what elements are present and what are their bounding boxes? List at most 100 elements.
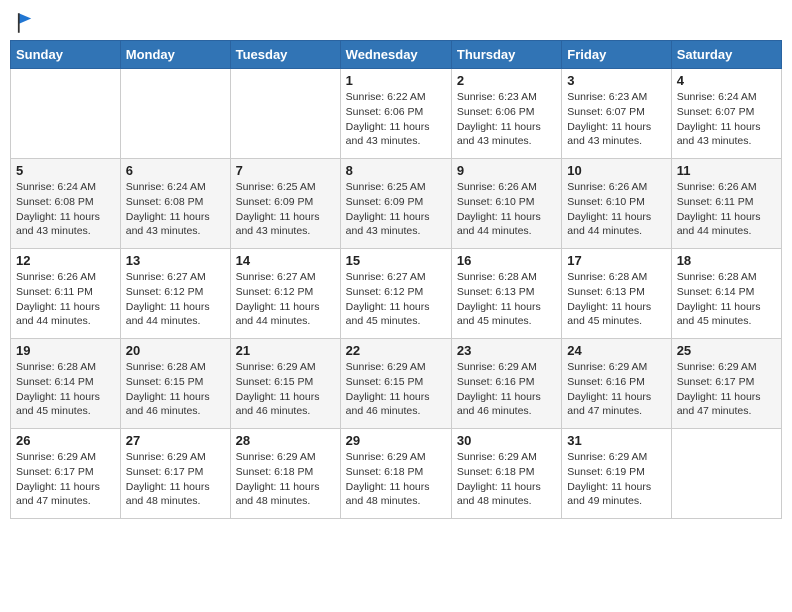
calendar-cell: 20 Sunrise: 6:28 AM Sunset: 6:15 PM Dayli… [120, 339, 230, 429]
day-number: 14 [236, 253, 335, 268]
calendar-week-row: 1Sunrise: 6:22 AM Sunset: 6:06 PM Daylig… [11, 69, 782, 159]
day-number: 26 [16, 433, 115, 448]
calendar-cell [120, 69, 230, 159]
day-info: Sunrise: 6:29 AM Sunset: 6:18 PM Dayligh… [346, 450, 446, 509]
day-number: 3 [567, 73, 665, 88]
day-number: 5 [16, 163, 115, 178]
calendar-cell: 17 Sunrise: 6:28 AM Sunset: 6:13 PM Dayli… [562, 249, 671, 339]
calendar-cell: 11Sunrise: 6:26 AM Sunset: 6:11 PM Dayli… [671, 159, 781, 249]
day-info: Sunrise: 6:29 AM Sunset: 6:15 PM Dayligh… [346, 360, 446, 419]
day-number: 17 [567, 253, 665, 268]
calendar-week-row: 12Sunrise: 6:26 AM Sunset: 6:11 PM Dayli… [11, 249, 782, 339]
calendar-cell: 28Sunrise: 6:29 AM Sunset: 6:18 PM Dayli… [230, 429, 340, 519]
day-info: Sunrise: 6:29 AM Sunset: 6:18 PM Dayligh… [457, 450, 556, 509]
day-number: 23 [457, 343, 556, 358]
weekday-header-wednesday: Wednesday [340, 41, 451, 69]
page-header [10, 10, 782, 30]
calendar-cell: 23Sunrise: 6:29 AM Sunset: 6:16 PM Dayli… [451, 339, 561, 429]
day-info: Sunrise: 6:24 AM Sunset: 6:07 PM Dayligh… [677, 90, 776, 149]
day-number: 27 [126, 433, 225, 448]
calendar-cell: 30 Sunrise: 6:29 AM Sunset: 6:18 PM Dayli… [451, 429, 561, 519]
calendar-cell: 2Sunrise: 6:23 AM Sunset: 6:06 PM Daylig… [451, 69, 561, 159]
calendar-cell: 21 Sunrise: 6:29 AM Sunset: 6:15 PM Dayli… [230, 339, 340, 429]
calendar-cell: 5 Sunrise: 6:24 AM Sunset: 6:08 PM Daylig… [11, 159, 121, 249]
day-info: Sunrise: 6:27 AM Sunset: 6:12 PM Dayligh… [236, 270, 335, 329]
day-info: Sunrise: 6:29 AM Sunset: 6:16 PM Dayligh… [567, 360, 665, 419]
day-info: Sunrise: 6:25 AM Sunset: 6:09 PM Dayligh… [346, 180, 446, 239]
calendar-cell: 9 Sunrise: 6:26 AM Sunset: 6:10 PM Daylig… [451, 159, 561, 249]
day-info: Sunrise: 6:29 AM Sunset: 6:17 PM Dayligh… [126, 450, 225, 509]
calendar-cell: 16Sunrise: 6:28 AM Sunset: 6:13 PM Dayli… [451, 249, 561, 339]
calendar-cell: 14 Sunrise: 6:27 AM Sunset: 6:12 PM Dayli… [230, 249, 340, 339]
calendar-cell: 27 Sunrise: 6:29 AM Sunset: 6:17 PM Dayli… [120, 429, 230, 519]
calendar-cell: 6 Sunrise: 6:24 AM Sunset: 6:08 PM Daylig… [120, 159, 230, 249]
calendar-cell: 13 Sunrise: 6:27 AM Sunset: 6:12 PM Dayli… [120, 249, 230, 339]
day-info: Sunrise: 6:22 AM Sunset: 6:06 PM Dayligh… [346, 90, 446, 149]
day-number: 20 [126, 343, 225, 358]
day-info: Sunrise: 6:29 AM Sunset: 6:17 PM Dayligh… [16, 450, 115, 509]
weekday-header-friday: Friday [562, 41, 671, 69]
day-number: 2 [457, 73, 556, 88]
day-number: 9 [457, 163, 556, 178]
day-number: 24 [567, 343, 665, 358]
day-info: Sunrise: 6:25 AM Sunset: 6:09 PM Dayligh… [236, 180, 335, 239]
day-info: Sunrise: 6:29 AM Sunset: 6:19 PM Dayligh… [567, 450, 665, 509]
day-number: 28 [236, 433, 335, 448]
day-info: Sunrise: 6:24 AM Sunset: 6:08 PM Dayligh… [126, 180, 225, 239]
calendar-cell: 24 Sunrise: 6:29 AM Sunset: 6:16 PM Dayli… [562, 339, 671, 429]
day-number: 21 [236, 343, 335, 358]
day-number: 6 [126, 163, 225, 178]
day-info: Sunrise: 6:28 AM Sunset: 6:13 PM Dayligh… [567, 270, 665, 329]
calendar-cell: 4 Sunrise: 6:24 AM Sunset: 6:07 PM Daylig… [671, 69, 781, 159]
day-number: 25 [677, 343, 776, 358]
calendar-cell: 26 Sunrise: 6:29 AM Sunset: 6:17 PM Dayli… [11, 429, 121, 519]
weekday-header-thursday: Thursday [451, 41, 561, 69]
calendar-cell: 15 Sunrise: 6:27 AM Sunset: 6:12 PM Dayli… [340, 249, 451, 339]
day-number: 12 [16, 253, 115, 268]
calendar-cell: 3 Sunrise: 6:23 AM Sunset: 6:07 PM Daylig… [562, 69, 671, 159]
calendar-cell [671, 429, 781, 519]
day-number: 19 [16, 343, 115, 358]
calendar-week-row: 19Sunrise: 6:28 AM Sunset: 6:14 PM Dayli… [11, 339, 782, 429]
weekday-header-sunday: Sunday [11, 41, 121, 69]
day-number: 22 [346, 343, 446, 358]
calendar-cell: 7 Sunrise: 6:25 AM Sunset: 6:09 PM Daylig… [230, 159, 340, 249]
calendar-cell [11, 69, 121, 159]
calendar-cell: 8Sunrise: 6:25 AM Sunset: 6:09 PM Daylig… [340, 159, 451, 249]
day-info: Sunrise: 6:29 AM Sunset: 6:15 PM Dayligh… [236, 360, 335, 419]
calendar-cell [230, 69, 340, 159]
calendar-cell: 10Sunrise: 6:26 AM Sunset: 6:10 PM Dayli… [562, 159, 671, 249]
day-number: 29 [346, 433, 446, 448]
day-info: Sunrise: 6:27 AM Sunset: 6:12 PM Dayligh… [126, 270, 225, 329]
calendar-week-row: 26 Sunrise: 6:29 AM Sunset: 6:17 PM Dayli… [11, 429, 782, 519]
weekday-header-monday: Monday [120, 41, 230, 69]
day-info: Sunrise: 6:27 AM Sunset: 6:12 PM Dayligh… [346, 270, 446, 329]
day-number: 4 [677, 73, 776, 88]
day-info: Sunrise: 6:24 AM Sunset: 6:08 PM Dayligh… [16, 180, 115, 239]
weekday-header-row: SundayMondayTuesdayWednesdayThursdayFrid… [11, 41, 782, 69]
day-number: 13 [126, 253, 225, 268]
day-info: Sunrise: 6:28 AM Sunset: 6:15 PM Dayligh… [126, 360, 225, 419]
logo-flag-icon [17, 13, 33, 33]
weekday-header-tuesday: Tuesday [230, 41, 340, 69]
calendar-cell: 31 Sunrise: 6:29 AM Sunset: 6:19 PM Dayli… [562, 429, 671, 519]
day-number: 16 [457, 253, 556, 268]
day-number: 31 [567, 433, 665, 448]
day-number: 30 [457, 433, 556, 448]
calendar-cell: 18Sunrise: 6:28 AM Sunset: 6:14 PM Dayli… [671, 249, 781, 339]
calendar-cell: 19Sunrise: 6:28 AM Sunset: 6:14 PM Dayli… [11, 339, 121, 429]
day-info: Sunrise: 6:26 AM Sunset: 6:10 PM Dayligh… [457, 180, 556, 239]
day-info: Sunrise: 6:23 AM Sunset: 6:07 PM Dayligh… [567, 90, 665, 149]
day-info: Sunrise: 6:26 AM Sunset: 6:10 PM Dayligh… [567, 180, 665, 239]
calendar-cell: 29 Sunrise: 6:29 AM Sunset: 6:18 PM Dayli… [340, 429, 451, 519]
day-info: Sunrise: 6:28 AM Sunset: 6:14 PM Dayligh… [677, 270, 776, 329]
calendar-cell: 1Sunrise: 6:22 AM Sunset: 6:06 PM Daylig… [340, 69, 451, 159]
logo [15, 10, 33, 30]
calendar-cell: 22 Sunrise: 6:29 AM Sunset: 6:15 PM Dayli… [340, 339, 451, 429]
day-info: Sunrise: 6:29 AM Sunset: 6:17 PM Dayligh… [677, 360, 776, 419]
day-number: 15 [346, 253, 446, 268]
day-number: 7 [236, 163, 335, 178]
calendar-cell: 25 Sunrise: 6:29 AM Sunset: 6:17 PM Dayli… [671, 339, 781, 429]
calendar-week-row: 5 Sunrise: 6:24 AM Sunset: 6:08 PM Daylig… [11, 159, 782, 249]
calendar-cell: 12Sunrise: 6:26 AM Sunset: 6:11 PM Dayli… [11, 249, 121, 339]
